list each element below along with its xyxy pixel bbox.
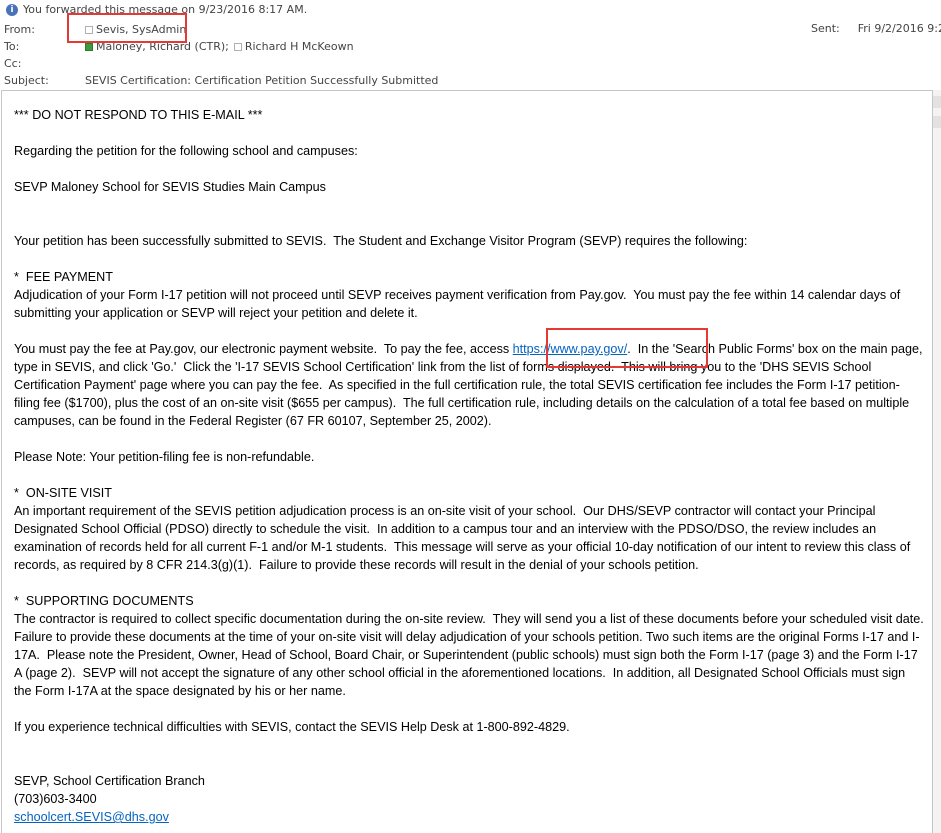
scroll-thumb[interactable] [933, 116, 941, 128]
to-recipient-2[interactable]: Richard H McKeown [245, 39, 354, 55]
docs-paragraph: The contractor is required to collect sp… [14, 612, 931, 698]
subject-value: SEVIS Certification: Certification Petit… [85, 74, 439, 87]
fee-paragraph-1: Adjudication of your Form I-17 petition … [14, 288, 904, 320]
fee-note: Please Note: Your petition-filing fee is… [14, 450, 315, 464]
cc-label: Cc: [4, 57, 22, 70]
school-name: SEVP Maloney School for SEVIS Studies Ma… [14, 180, 326, 194]
submitted-line: Your petition has been successfully subm… [14, 234, 748, 248]
help-desk-line: If you experience technical difficulties… [14, 720, 570, 734]
info-icon: i [6, 3, 18, 16]
signature-branch: SEVP, School Certification Branch [14, 774, 205, 788]
highlight-from-box [67, 13, 187, 43]
docs-heading: * SUPPORTING DOCUMENTS [14, 594, 194, 608]
sent-label: Sent: [811, 22, 840, 35]
fee-heading: * FEE PAYMENT [14, 270, 113, 284]
signature-email-line: schoolcert.SEVIS@dhs.gov [14, 808, 924, 826]
subject-label: Subject: [4, 74, 49, 87]
sent-value: Fri 9/2/2016 9:27 A [857, 22, 941, 35]
contact-presence-icon [233, 43, 242, 51]
subject-row: Subject: SEVIS Certification: Certificat… [4, 73, 438, 89]
cc-row: Cc: [4, 56, 80, 72]
contact-presence-icon [85, 43, 93, 51]
fee-text-before-link: You must pay the fee at Pay.gov, our ele… [14, 342, 513, 356]
email-body: *** DO NOT RESPOND TO THIS E-MAIL *** Re… [14, 106, 924, 826]
vertical-scrollbar[interactable] [933, 90, 941, 833]
sent-field: Sent: Fri 9/2/2016 9:27 A [811, 22, 941, 35]
regarding-line: Regarding the petition for the following… [14, 144, 358, 158]
signature-phone: (703)603-3400 [14, 792, 97, 806]
scroll-up-icon[interactable] [933, 96, 941, 108]
visit-paragraph: An important requirement of the SEVIS pe… [14, 504, 914, 572]
no-reply-notice: *** DO NOT RESPOND TO THIS E-MAIL *** [14, 108, 263, 122]
fee-paragraph-2: You must pay the fee at Pay.gov, our ele… [14, 340, 924, 430]
highlight-link-box [546, 328, 708, 368]
visit-heading: * ON-SITE VISIT [14, 486, 112, 500]
signature-email-link[interactable]: schoolcert.SEVIS@dhs.gov [14, 810, 169, 824]
